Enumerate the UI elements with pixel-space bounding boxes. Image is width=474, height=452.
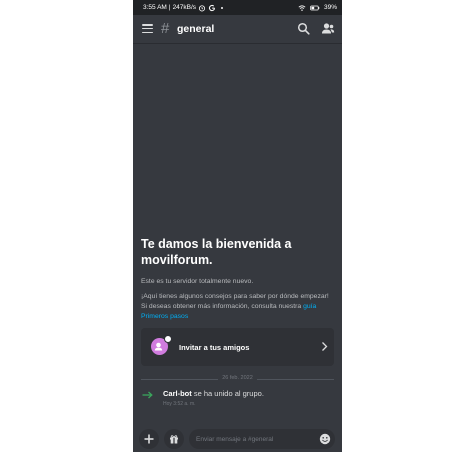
status-right: 39%	[298, 0, 337, 15]
welcome-section: Te damos la bienvenida a movilforum. Est…	[141, 236, 333, 322]
date-text: 26 feb. 2022	[218, 375, 257, 381]
channel-title: general	[177, 23, 215, 35]
emoji-icon[interactable]	[319, 433, 331, 445]
message-composer	[133, 426, 342, 452]
join-username[interactable]: Carl-bot	[163, 389, 192, 398]
invite-badge-icon	[164, 335, 172, 343]
battery-level: 39%	[323, 4, 337, 11]
status-left: 3:55 AM | 247kB/s	[143, 0, 226, 15]
plus-icon	[144, 434, 154, 444]
google-icon	[209, 4, 216, 11]
add-attachment-button[interactable]	[139, 429, 159, 449]
date-divider: 26 feb. 2022	[141, 375, 334, 384]
menu-icon[interactable]	[142, 24, 153, 34]
join-message: Carl-bot se ha unido al grupo.	[163, 389, 264, 398]
gift-icon	[170, 435, 178, 444]
gift-button[interactable]	[164, 429, 184, 449]
welcome-description: ¡Aquí tienes algunos consejos para saber…	[141, 292, 333, 322]
status-time: 3:55 AM	[143, 4, 167, 11]
channel-hash-icon: #	[161, 20, 170, 37]
status-separator: |	[168, 4, 171, 11]
status-bar: 3:55 AM | 247kB/s 39%	[133, 0, 342, 15]
battery-icon	[310, 5, 320, 10]
channel-header: # general	[133, 15, 342, 44]
welcome-subtitle: Este es tu servidor totalmente nuevo.	[141, 278, 254, 285]
join-timestamp: Hoy 3:52 a. m.	[163, 401, 196, 407]
invite-friends-label: Invitar a tus amigos	[179, 343, 250, 352]
invite-friends-button[interactable]: Invitar a tus amigos	[141, 328, 334, 366]
join-message-text: se ha unido al grupo.	[193, 389, 264, 398]
notification-dot-icon	[221, 6, 224, 9]
date-divider-label: 26 feb. 2022	[141, 375, 334, 381]
alarm-icon	[199, 4, 206, 11]
status-network-speed: 247kB/s	[172, 4, 197, 11]
welcome-title: Te damos la bienvenida a movilforum.	[141, 237, 292, 267]
welcome-description-text: ¡Aquí tienes algunos consejos para saber…	[141, 293, 329, 310]
wifi-icon	[298, 4, 306, 11]
app-screen: 3:55 AM | 247kB/s 39% # general Te damos…	[133, 0, 342, 452]
join-arrow-icon	[142, 391, 153, 399]
search-icon[interactable]	[297, 22, 310, 35]
chevron-right-icon	[322, 342, 328, 351]
members-icon[interactable]	[321, 22, 335, 35]
message-input[interactable]	[189, 429, 335, 449]
